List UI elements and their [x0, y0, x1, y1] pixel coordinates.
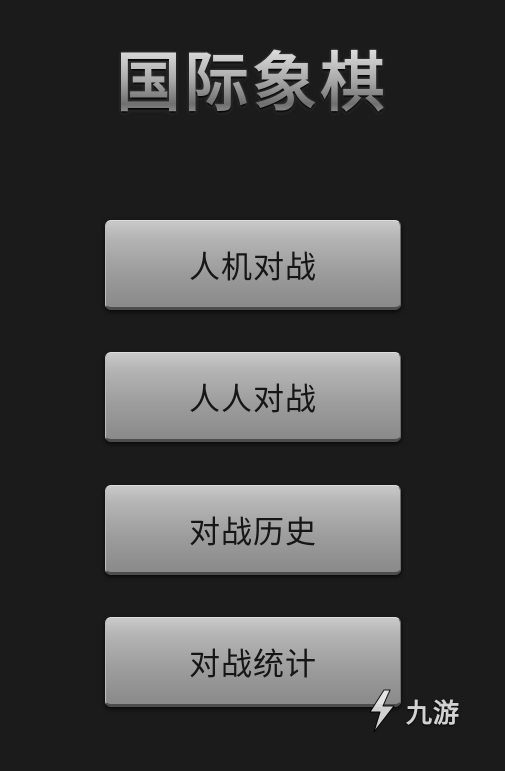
battle-history-button[interactable]: 对战历史	[105, 485, 401, 575]
app-title: 国际象棋	[0, 44, 505, 124]
watermark: 九游	[362, 688, 460, 734]
human-vs-computer-button[interactable]: 人机对战	[105, 220, 401, 310]
human-vs-human-button[interactable]: 人人对战	[105, 352, 401, 442]
battle-history-label: 对战历史	[189, 514, 317, 551]
watermark-text: 九游	[406, 698, 461, 729]
human-vs-human-label: 人人对战	[189, 381, 317, 418]
human-vs-computer-label: 人机对战	[189, 249, 317, 286]
battle-statistics-button[interactable]: 对战统计	[105, 617, 401, 707]
main-menu-screen: 国际象棋 人机对战 人人对战 对战历史 对战统计 九游	[0, 0, 505, 771]
battle-statistics-label: 对战统计	[189, 646, 317, 683]
jiuyou-logo-icon	[369, 689, 395, 733]
